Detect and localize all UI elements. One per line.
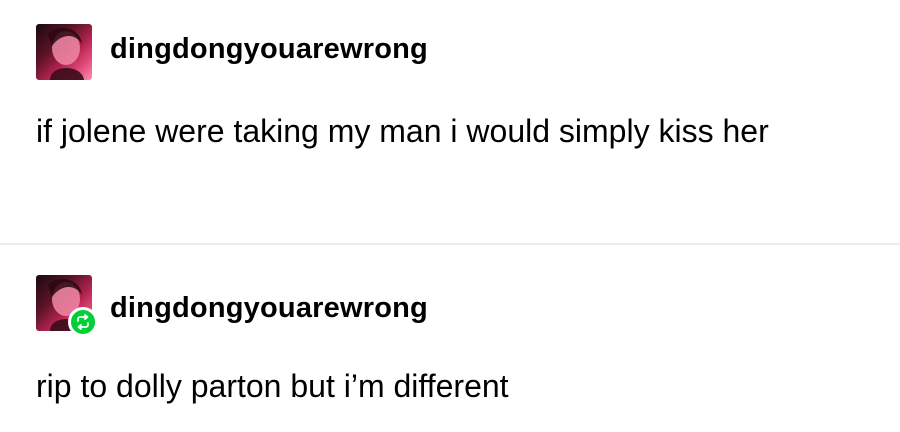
post-text: if jolene were taking my man i would sim… [36, 113, 769, 149]
reblog-post: dingdongyouarewrong rip to dolly parton … [0, 244, 900, 432]
user-avatar-icon [36, 24, 92, 80]
username[interactable]: dingdongyouarewrong [110, 33, 428, 66]
username[interactable]: dingdongyouarewrong [110, 292, 428, 325]
post: dingdongyouarewrong if jolene were takin… [0, 0, 900, 243]
post-text: rip to dolly parton but i’m different [36, 368, 509, 404]
reblog-icon [68, 307, 98, 337]
avatar[interactable] [36, 275, 98, 337]
avatar[interactable] [36, 24, 92, 80]
